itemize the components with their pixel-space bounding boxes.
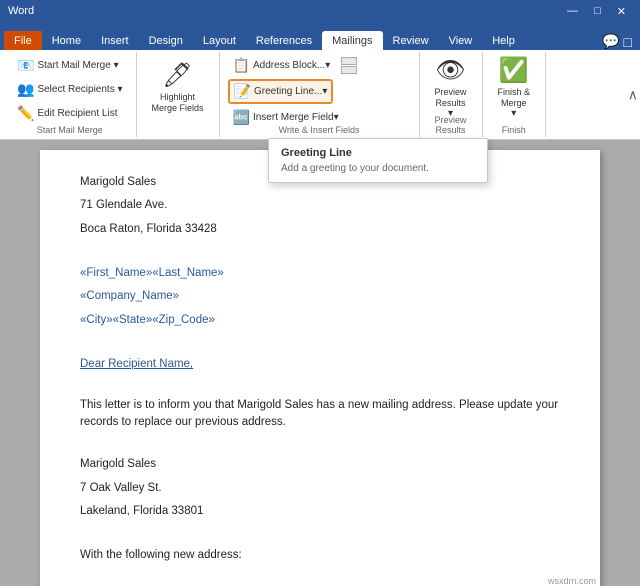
tab-view[interactable]: View — [439, 31, 483, 50]
ribbon: 📧 Start Mail Merge ▾ 👥 Select Recipients… — [0, 50, 640, 140]
dropdown-description: Add a greeting to your document. — [281, 163, 475, 174]
dropdown-title: Greeting Line — [281, 147, 475, 159]
address-block-label: Address Block... — [253, 60, 325, 71]
start-mail-merge-button[interactable]: 📧 Start Mail Merge ▾ — [12, 54, 128, 77]
tab-review[interactable]: Review — [383, 31, 439, 50]
group-highlight: 🖊 HighlightMerge Fields — [137, 52, 220, 137]
title-text: Word — [8, 5, 34, 17]
old-address-block: Marigold Sales 7 Oak Valley St. Lakeland… — [80, 456, 560, 520]
merge-fields-block: «First_Name»«Last_Name» «Company_Name» «… — [80, 265, 560, 329]
preview-icon: 👁 — [435, 56, 465, 85]
group-write-insert: 📋 Address Block... ▾ 📝 Greeting Line... … — [220, 52, 420, 137]
greeting-line-button[interactable]: 📝 Greeting Line... ▾ — [228, 79, 334, 104]
merge-name[interactable]: «First_Name»«Last_Name» — [80, 265, 560, 282]
old-address-street: 7 Oak Valley St. — [80, 480, 560, 497]
insert-merge-dropdown-icon: ▾ — [334, 112, 339, 123]
start-mail-merge-label: Start Mail Merge ▾ — [37, 60, 118, 71]
select-recipients-button[interactable]: 👥 Select Recipients ▾ — [12, 78, 128, 101]
group-label-start-mail-merge: Start Mail Merge — [4, 125, 136, 135]
greeting-line-icon: 📝 — [234, 83, 251, 100]
body-paragraph-1: This letter is to inform you that Marigo… — [80, 397, 560, 432]
select-recipients-label: Select Recipients ▾ — [37, 84, 122, 95]
sender-street: 71 Glendale Ave. — [80, 197, 560, 214]
tab-file[interactable]: File — [4, 31, 42, 50]
address-block-button[interactable]: 📋 Address Block... ▾ — [228, 54, 336, 77]
edit-recipient-list-label: Edit Recipient List — [37, 108, 117, 119]
mail-merge-icon: 📧 — [17, 57, 34, 74]
group-label-finish: Finish — [483, 125, 546, 135]
rules-down-icon[interactable] — [341, 66, 357, 74]
merge-company[interactable]: «Company_Name» — [80, 288, 560, 305]
comments-icon[interactable]: 💬 — [602, 33, 619, 50]
old-address-city: Lakeland, Florida 33801 — [80, 503, 560, 520]
finish-merge-button[interactable]: ✅ Finish &Merge ▾ — [491, 56, 538, 120]
start-mail-merge-stack: 📧 Start Mail Merge ▾ 👥 Select Recipients… — [12, 54, 128, 125]
preview-results-button[interactable]: 👁 PreviewResults ▾ — [428, 56, 474, 120]
transition-text: With the following new address: — [80, 547, 560, 564]
sender-city: Boca Raton, Florida 33428 — [80, 221, 560, 238]
finish-content: ✅ Finish &Merge ▾ — [491, 54, 538, 135]
group-label-preview: Preview Results — [420, 115, 482, 135]
tab-references[interactable]: References — [246, 31, 322, 50]
address-block-dropdown-icon: ▾ — [325, 60, 330, 71]
greeting-line-dropdown-icon: ▾ — [322, 86, 327, 97]
rules-up-icon[interactable] — [341, 57, 357, 65]
insert-merge-icon: 🔤 — [233, 109, 250, 126]
finish-icon: ✅ — [499, 56, 529, 85]
group-preview-results: 👁 PreviewResults ▾ Preview Results — [420, 52, 483, 137]
highlight-label: HighlightMerge Fields — [152, 92, 204, 114]
ribbon-collapse-button[interactable]: ∧ — [628, 86, 638, 103]
greeting-line-label: Greeting Line... — [254, 86, 322, 97]
tab-insert[interactable]: Insert — [91, 31, 139, 50]
tab-layout[interactable]: Layout — [193, 31, 246, 50]
share-icon[interactable]: □ — [624, 34, 632, 50]
edit-list-icon: ✏️ — [17, 105, 34, 122]
tab-design[interactable]: Design — [139, 31, 193, 50]
minimize-button[interactable]: — — [561, 5, 584, 18]
watermark: wsxdrn.com — [548, 575, 596, 586]
greeting-line-dropdown-menu: Greeting Line Add a greeting to your doc… — [268, 138, 488, 183]
window-controls[interactable]: — □ ✕ — [561, 5, 632, 18]
finish-label: Finish &Merge — [498, 87, 531, 109]
maximize-button[interactable]: □ — [588, 5, 607, 18]
insert-merge-field-label: Insert Merge Field — [253, 112, 334, 123]
tab-help[interactable]: Help — [482, 31, 525, 50]
edit-recipient-list-button[interactable]: ✏️ Edit Recipient List — [12, 102, 128, 125]
greeting-line[interactable]: Dear Recipient Name, — [80, 356, 560, 373]
tab-home[interactable]: Home — [42, 31, 91, 50]
finish-dropdown-icon: ▾ — [511, 108, 516, 119]
address-block-icon: 📋 — [233, 57, 250, 74]
sender-address-block: Marigold Sales 71 Glendale Ave. Boca Rat… — [80, 174, 560, 238]
ribbon-tabs: File Home Insert Design Layout Reference… — [0, 22, 640, 50]
address-block-row: 📋 Address Block... ▾ — [228, 54, 358, 77]
document-area: Marigold Sales 71 Glendale Ave. Boca Rat… — [0, 140, 640, 586]
group-label-write-insert: Write & Insert Fields — [220, 125, 419, 135]
close-button[interactable]: ✕ — [611, 5, 632, 18]
highlight-icon: 🖊 — [162, 61, 192, 90]
preview-label: PreviewResults — [435, 87, 467, 109]
recipients-icon: 👥 — [17, 81, 34, 98]
title-bar: Word — □ ✕ — [0, 0, 640, 22]
old-address-name: Marigold Sales — [80, 456, 560, 473]
document-page: Marigold Sales 71 Glendale Ave. Boca Rat… — [40, 150, 600, 586]
greeting-line-row: 📝 Greeting Line... ▾ — [228, 79, 334, 104]
group-start-mail-merge: 📧 Start Mail Merge ▾ 👥 Select Recipients… — [4, 52, 137, 137]
highlight-content: 🖊 HighlightMerge Fields — [145, 54, 211, 135]
group-finish: ✅ Finish &Merge ▾ Finish — [483, 52, 547, 137]
merge-location[interactable]: «City»«State»«Zip_Code» — [80, 312, 560, 329]
tab-mailings[interactable]: Mailings — [322, 31, 382, 50]
highlight-merge-fields-button[interactable]: 🖊 HighlightMerge Fields — [145, 56, 211, 120]
